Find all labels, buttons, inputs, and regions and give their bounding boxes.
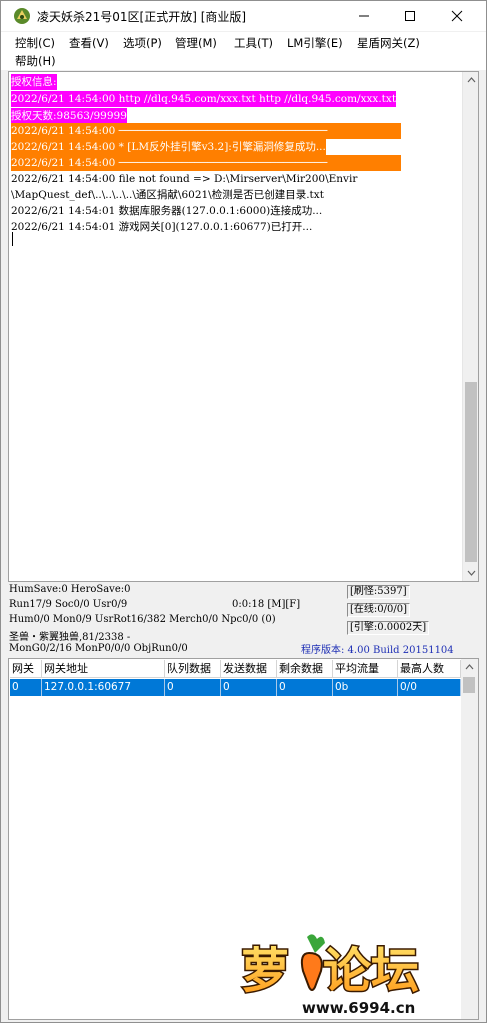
scroll-down-icon[interactable] [467,568,476,577]
refresh-monster-counter: [刷怪:5397] [347,585,410,599]
main-window: 凌天妖杀21号01区[正式开放] [商业版] 控制(C) 查看(V) 选项(P)… [0,0,487,1023]
svg-text:萝: 萝 [241,943,289,999]
monster-status: MonG0/2/16 MonP0/0/0 ObjRun0/0 [9,643,188,654]
log-line: 2022/6/21 14:54:01 数据库服务器(127.0.0.1:6000… [11,205,323,217]
log-line: \MapQuest_def\..\..\..\..\通区捐献\6021\检测是否… [11,189,324,201]
log-line: 授权天数:98563/99999 [11,108,127,124]
menu-tools[interactable]: 工具(T) [234,35,273,51]
log-line: 2022/6/21 14:54:00 file not found => D:\… [11,173,358,185]
online-counter: [在线:0/0/0] [347,603,410,617]
title-bar[interactable]: 凌天妖杀21号01区[正式开放] [商业版] [1,1,486,31]
menu-control[interactable]: 控制(C) [15,35,55,51]
menu-manage[interactable]: 管理(M) [175,35,217,51]
menu-lm-engine-key: (E) [326,36,343,50]
menu-options-key: (P) [146,36,162,50]
menu-view-key: (V) [92,36,109,50]
menu-tools-key: (T) [257,36,273,50]
menu-lm-engine-label: LM引擎 [287,36,327,50]
close-button[interactable] [434,1,480,31]
menu-control-key: (C) [38,36,56,50]
menu-view[interactable]: 查看(V) [69,35,109,51]
column-header[interactable]: 队列数据 [165,660,221,678]
log-line: 授权信息: [11,74,57,90]
log-scrollbar[interactable] [462,72,478,581]
menu-lm-engine[interactable]: LM引擎(E) [287,35,343,51]
log-line: 2022/6/21 14:54:00 ─────────────────────… [11,155,401,171]
log-line: 2022/6/21 14:54:00 ─────────────────────… [11,123,401,139]
log-scrollbar-thumb[interactable] [465,382,477,562]
table-cell: 0b [333,679,398,696]
log-line: 2022/6/21 14:54:00 * [LM反外挂引擎v3.2]:引擎漏洞修… [11,139,326,155]
log-panel[interactable]: 授权信息: 2022/6/21 14:54:00 http //dlq.945.… [8,71,479,582]
minimize-button[interactable] [341,1,387,31]
maximize-button[interactable] [387,1,433,31]
run-status: Run17/9 Soc0/0 Usr0/9 [9,599,128,610]
watermark-domain: www.6994.cn [302,999,416,1017]
scroll-up-icon[interactable] [465,663,474,672]
maximize-icon [405,11,415,21]
text-caret [12,232,13,246]
table-cell: 127.0.0.1:60677 [42,679,165,696]
close-icon [451,10,463,22]
column-header[interactable]: 最高人数 [398,660,461,678]
menu-help-key: (H) [38,54,56,68]
menu-star-shield-key: (Z) [403,36,420,50]
window-title: 凌天妖杀21号01区[正式开放] [商业版] [37,10,247,24]
table-cell: 0 [221,679,277,696]
minimize-icon [359,15,369,17]
object-status: Hum0/0 Mon0/9 UsrRot16/382 Merch0/0 Npc0… [9,614,276,625]
column-header[interactable]: 网关 [10,660,42,678]
table-cell: 0 [10,679,42,696]
menu-options[interactable]: 选项(P) [123,35,162,51]
column-header[interactable]: 网关地址 [42,660,165,678]
menu-control-label: 控制 [15,36,38,50]
menu-help[interactable]: 帮助(H) [15,53,56,69]
scroll-up-icon[interactable] [467,76,476,85]
column-header[interactable]: 平均流量 [333,660,398,678]
column-header[interactable]: 发送数据 [221,660,277,678]
menu-bar: 控制(C) 查看(V) 选项(P) 管理(M) 工具(T) LM引擎(E) 星盾… [1,32,486,70]
menu-tools-label: 工具 [234,36,257,50]
menu-star-shield-label: 星盾网关 [357,36,403,50]
table-scrollbar-thumb[interactable] [463,677,475,693]
menu-star-shield-gateway[interactable]: 星盾网关(Z) [357,35,420,51]
log-line: 2022/6/21 14:54:00 http //dlq.945.com/xx… [11,91,397,107]
save-status: HumSave:0 HeroSave:0 [9,584,131,595]
dragon-app-icon [14,8,30,24]
uptime-timer: 0:0:18 [M][F] [232,599,301,610]
log-line: 2022/6/21 14:54:01 游戏网关[0](127.0.0.1:606… [11,221,313,233]
menu-manage-label: 管理 [175,36,198,50]
program-version: 程序版本: 4.00 Build 20151104 [301,645,454,656]
column-header[interactable]: 剩余数据 [277,660,333,678]
svg-text:论坛: 论坛 [323,943,419,999]
menu-view-label: 查看 [69,36,92,50]
boss-status: 圣兽・紫翼独兽,81/2338 - [9,632,131,643]
engine-days-counter: [引擎:0.0002天] [347,621,430,635]
table-cell: 0 [165,679,221,696]
status-area: HumSave:0 HeroSave:0 Run17/9 Soc0/0 Usr0… [8,583,479,657]
menu-manage-key: (M) [198,36,217,50]
menu-options-label: 选项 [123,36,146,50]
table-cell: 0/0 [398,679,461,696]
menu-help-label: 帮助 [15,54,38,68]
table-cell: 0 [277,679,333,696]
